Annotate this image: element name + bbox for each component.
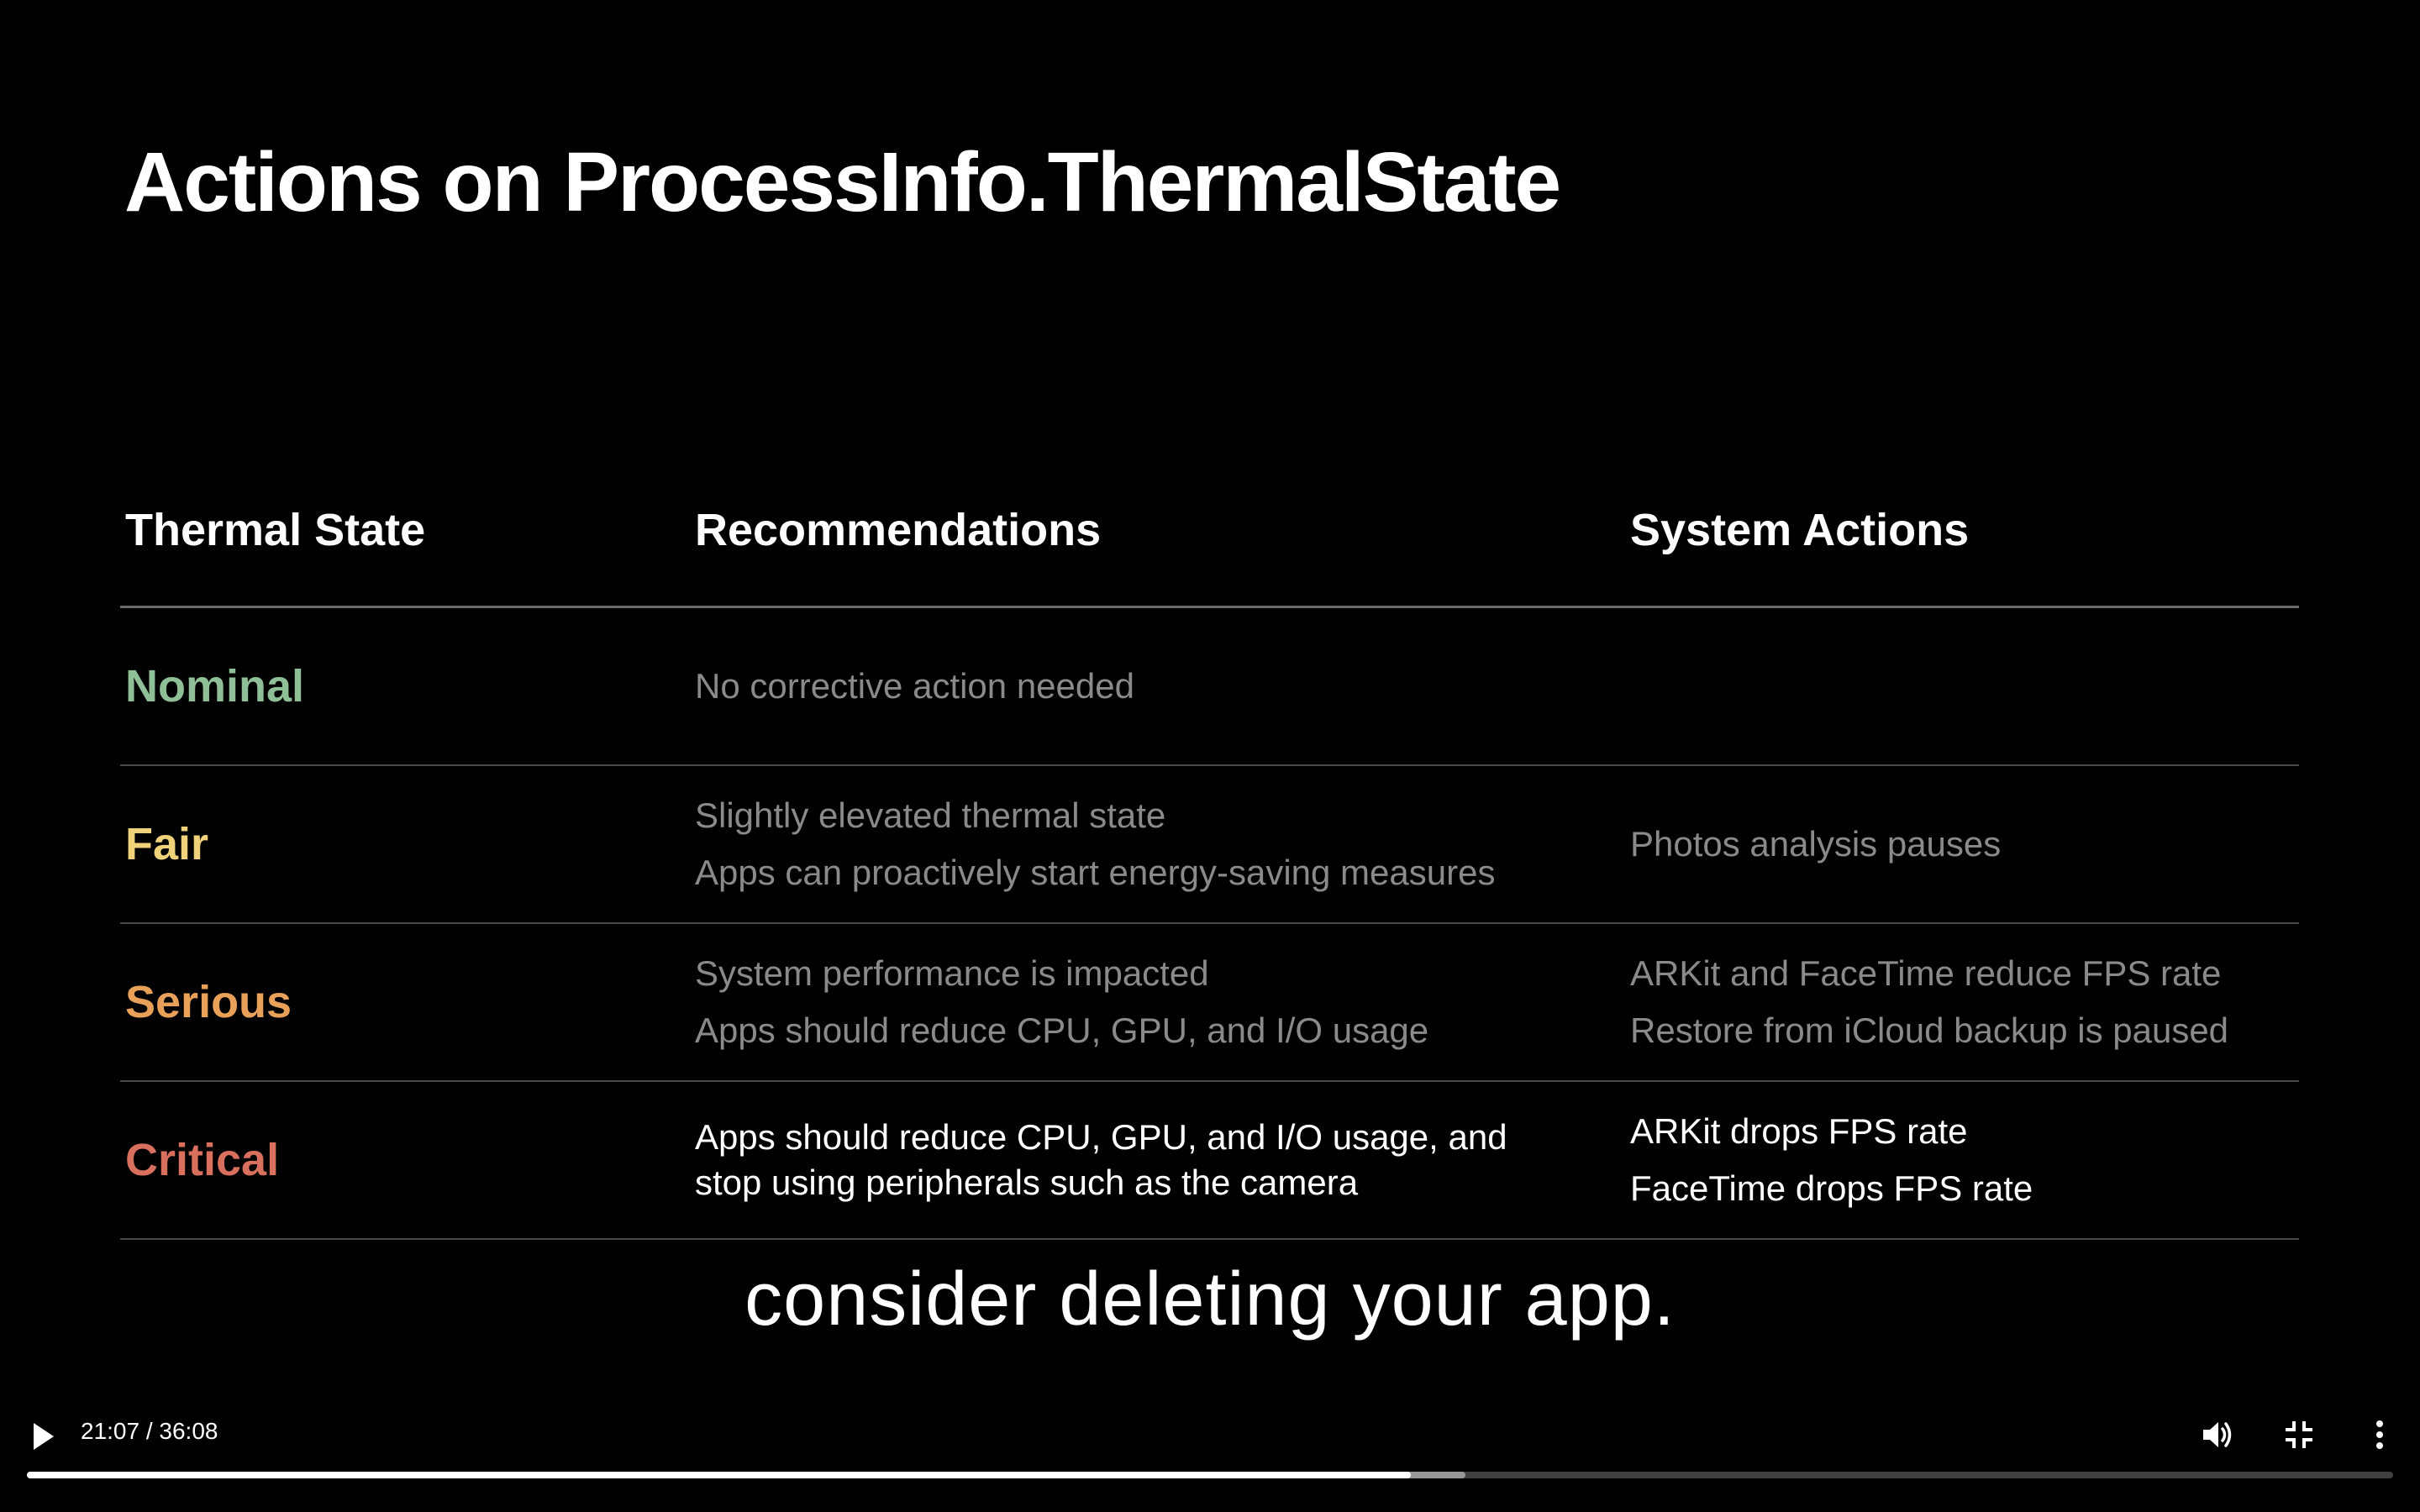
table-row-critical: Critical Apps should reduce CPU, GPU, an… (120, 1082, 2299, 1240)
system-action-line: ARKit drops FPS rate (1630, 1111, 1968, 1151)
exit-fullscreen-button[interactable] (2279, 1415, 2319, 1455)
slide-title: Actions on ProcessInfo.ThermalState (124, 135, 1561, 229)
volume-icon (2203, 1422, 2232, 1447)
recommendation-line: Slightly elevated thermal state (695, 795, 1166, 835)
more-vertical-icon (2376, 1420, 2383, 1449)
volume-button[interactable] (2198, 1415, 2238, 1455)
recommendation-cell: No corrective action needed (695, 658, 1134, 715)
header-system-actions: System Actions (1630, 505, 1970, 555)
recommendation-cell: Apps should reduce CPU, GPU, and I/O usa… (695, 1115, 1507, 1205)
state-label: Serious (125, 977, 292, 1027)
header-recommendations: Recommendations (695, 505, 1102, 555)
more-options-button[interactable] (2360, 1415, 2400, 1455)
recommendation-line: Apps should reduce CPU, GPU, and I/O usa… (695, 1011, 1429, 1050)
recommendation-line: System performance is impacted (695, 953, 1209, 993)
played-bar (27, 1472, 1412, 1478)
system-action-cell: ARKit drops FPS rate FaceTime drops FPS … (1630, 1103, 2033, 1217)
system-action-cell: ARKit and FaceTime reduce FPS rate Resto… (1630, 945, 2228, 1059)
system-action-line: Restore from iCloud backup is paused (1630, 1011, 2229, 1050)
time-display: 21:07 / 36:08 (81, 1418, 218, 1444)
play-button[interactable] (27, 1416, 60, 1457)
table-row-fair: Fair Slightly elevated thermal state App… (120, 766, 2299, 924)
state-label: Fair (125, 819, 209, 869)
recommendation-cell: System performance is impacted Apps shou… (695, 945, 1428, 1059)
recommendation-cell: Slightly elevated thermal state Apps can… (695, 787, 1495, 901)
thermal-state-table: Thermal State Recommendations System Act… (120, 470, 2299, 1240)
play-icon (34, 1423, 54, 1450)
video-frame: Actions on ProcessInfo.ThermalState Ther… (0, 0, 2420, 1512)
progress-bar[interactable] (27, 1472, 2393, 1478)
header-thermal-state: Thermal State (125, 505, 426, 555)
table-row-nominal: Nominal No corrective action needed (120, 608, 2299, 766)
system-action-cell: Photos analysis pauses (1630, 816, 2001, 873)
subtitle-caption: consider deleting your app. (744, 1257, 1676, 1341)
table-row-serious: Serious System performance is impacted A… (120, 924, 2299, 1082)
state-label: Nominal (125, 661, 305, 711)
table-header: Thermal State Recommendations System Act… (120, 470, 2299, 608)
system-action-line: FaceTime drops FPS rate (1630, 1168, 2033, 1208)
recommendation-line: Apps can proactively start energy-saving… (695, 853, 1496, 892)
recommendation-line: Apps should reduce CPU, GPU, and I/O usa… (695, 1117, 1507, 1157)
system-action-line: Photos analysis pauses (1630, 824, 2002, 864)
video-controls: 21:07 / 36:08 (0, 1394, 2420, 1512)
recommendation-line: No corrective action needed (695, 666, 1134, 706)
system-action-line: ARKit and FaceTime reduce FPS rate (1630, 953, 2222, 993)
recommendation-line: stop using peripherals such as the camer… (695, 1163, 1359, 1202)
state-label: Critical (125, 1135, 280, 1185)
exit-fullscreen-icon (2286, 1421, 2312, 1448)
